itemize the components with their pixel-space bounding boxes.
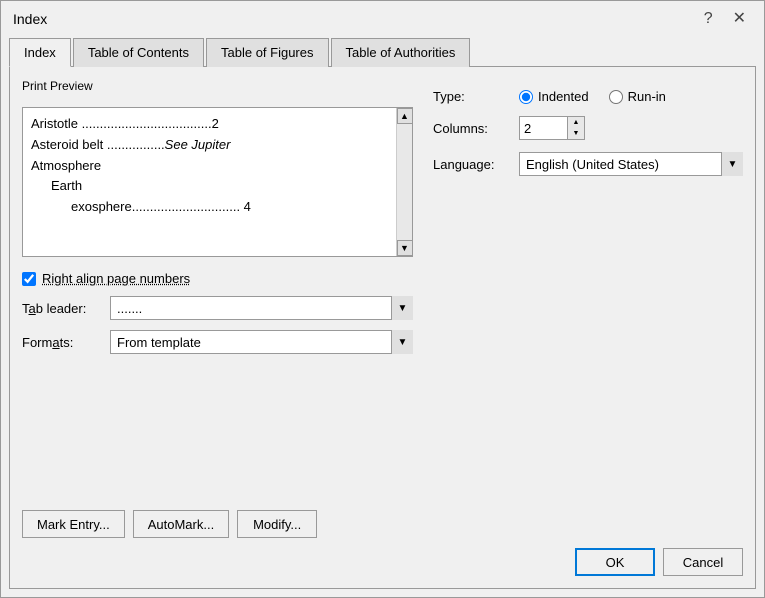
language-row: Language: English (United States) ▼ bbox=[433, 152, 743, 176]
formats-row: Formats: From template ▼ bbox=[22, 330, 413, 354]
runin-label: Run-in bbox=[628, 89, 666, 104]
columns-input[interactable] bbox=[519, 116, 567, 140]
type-label: Type: bbox=[433, 89, 503, 104]
cancel-button[interactable]: Cancel bbox=[663, 548, 743, 576]
left-panel: Print Preview Aristotle ................… bbox=[22, 79, 413, 538]
ok-button[interactable]: OK bbox=[575, 548, 655, 576]
mark-entry-button[interactable]: Mark Entry... bbox=[22, 510, 125, 538]
type-row: Type: Indented Run-in bbox=[433, 89, 743, 104]
right-align-label[interactable]: Right align page numbers bbox=[42, 271, 190, 286]
dialog-title: Index bbox=[13, 11, 47, 27]
title-bar: Index ? ✕ bbox=[1, 1, 764, 33]
title-bar-controls: ? ✕ bbox=[698, 9, 752, 29]
language-label: Language: bbox=[433, 157, 503, 172]
tab-index[interactable]: Index bbox=[9, 38, 71, 67]
tab-leader-select-wrap: ....... ▼ bbox=[110, 296, 413, 320]
tab-toa[interactable]: Table of Authorities bbox=[331, 38, 471, 67]
bottom-buttons: OK Cancel bbox=[22, 538, 743, 576]
modify-button[interactable]: Modify... bbox=[237, 510, 317, 538]
preview-line-1: Aristotle ..............................… bbox=[31, 114, 386, 135]
content-area: Print Preview Aristotle ................… bbox=[22, 79, 743, 538]
columns-decrement[interactable]: ▼ bbox=[568, 128, 584, 139]
tab-tof[interactable]: Table of Figures bbox=[206, 38, 329, 67]
scroll-track bbox=[397, 124, 413, 240]
tab-bar: Index Table of Contents Table of Figures… bbox=[1, 33, 764, 66]
auto-mark-button[interactable]: AutoMark... bbox=[133, 510, 229, 538]
tab-leader-select[interactable]: ....... bbox=[110, 296, 413, 320]
action-buttons: Mark Entry... AutoMark... Modify... bbox=[22, 502, 413, 538]
columns-spinner-buttons: ▲ ▼ bbox=[567, 116, 585, 140]
dialog-body: Print Preview Aristotle ................… bbox=[9, 66, 756, 589]
preview-content: Aristotle ..............................… bbox=[31, 114, 404, 218]
language-select[interactable]: English (United States) bbox=[519, 152, 743, 176]
formats-select-wrap: From template ▼ bbox=[110, 330, 413, 354]
columns-increment[interactable]: ▲ bbox=[568, 117, 584, 128]
close-button[interactable]: ✕ bbox=[727, 9, 752, 29]
right-align-row: Right align page numbers bbox=[22, 271, 413, 286]
preview-box: Aristotle ..............................… bbox=[22, 107, 413, 257]
preview-line-2: Asteroid belt ................See Jupite… bbox=[31, 135, 386, 156]
preview-scrollbar[interactable]: ▲ ▼ bbox=[396, 108, 412, 256]
scroll-up-arrow[interactable]: ▲ bbox=[397, 108, 413, 124]
preview-label: Print Preview bbox=[22, 79, 413, 93]
language-select-wrap: English (United States) ▼ bbox=[519, 152, 743, 176]
columns-spinner: ▲ ▼ bbox=[519, 116, 585, 140]
italic-text: See Jupiter bbox=[165, 137, 231, 152]
type-radio-group: Indented Run-in bbox=[519, 89, 666, 104]
indented-option[interactable]: Indented bbox=[519, 89, 589, 104]
tab-leader-row: Tab leader: ....... ▼ bbox=[22, 296, 413, 320]
runin-radio[interactable] bbox=[609, 90, 623, 104]
columns-label: Columns: bbox=[433, 121, 503, 136]
right-panel: Type: Indented Run-in Columns: bbox=[433, 79, 743, 538]
preview-line-5: exosphere.............................. … bbox=[31, 197, 386, 218]
indented-label: Indented bbox=[538, 89, 589, 104]
help-button[interactable]: ? bbox=[698, 9, 719, 29]
indented-radio[interactable] bbox=[519, 90, 533, 104]
formats-label: Formats: bbox=[22, 335, 102, 350]
runin-option[interactable]: Run-in bbox=[609, 89, 666, 104]
preview-line-3: Atmosphere bbox=[31, 156, 386, 177]
index-dialog: Index ? ✕ Index Table of Contents Table … bbox=[0, 0, 765, 598]
preview-line-4: Earth bbox=[31, 176, 386, 197]
tab-toc[interactable]: Table of Contents bbox=[73, 38, 204, 67]
columns-row: Columns: ▲ ▼ bbox=[433, 116, 743, 140]
tab-leader-label: Tab leader: bbox=[22, 301, 102, 316]
formats-select[interactable]: From template bbox=[110, 330, 413, 354]
right-align-checkbox[interactable] bbox=[22, 272, 36, 286]
scroll-down-arrow[interactable]: ▼ bbox=[397, 240, 413, 256]
